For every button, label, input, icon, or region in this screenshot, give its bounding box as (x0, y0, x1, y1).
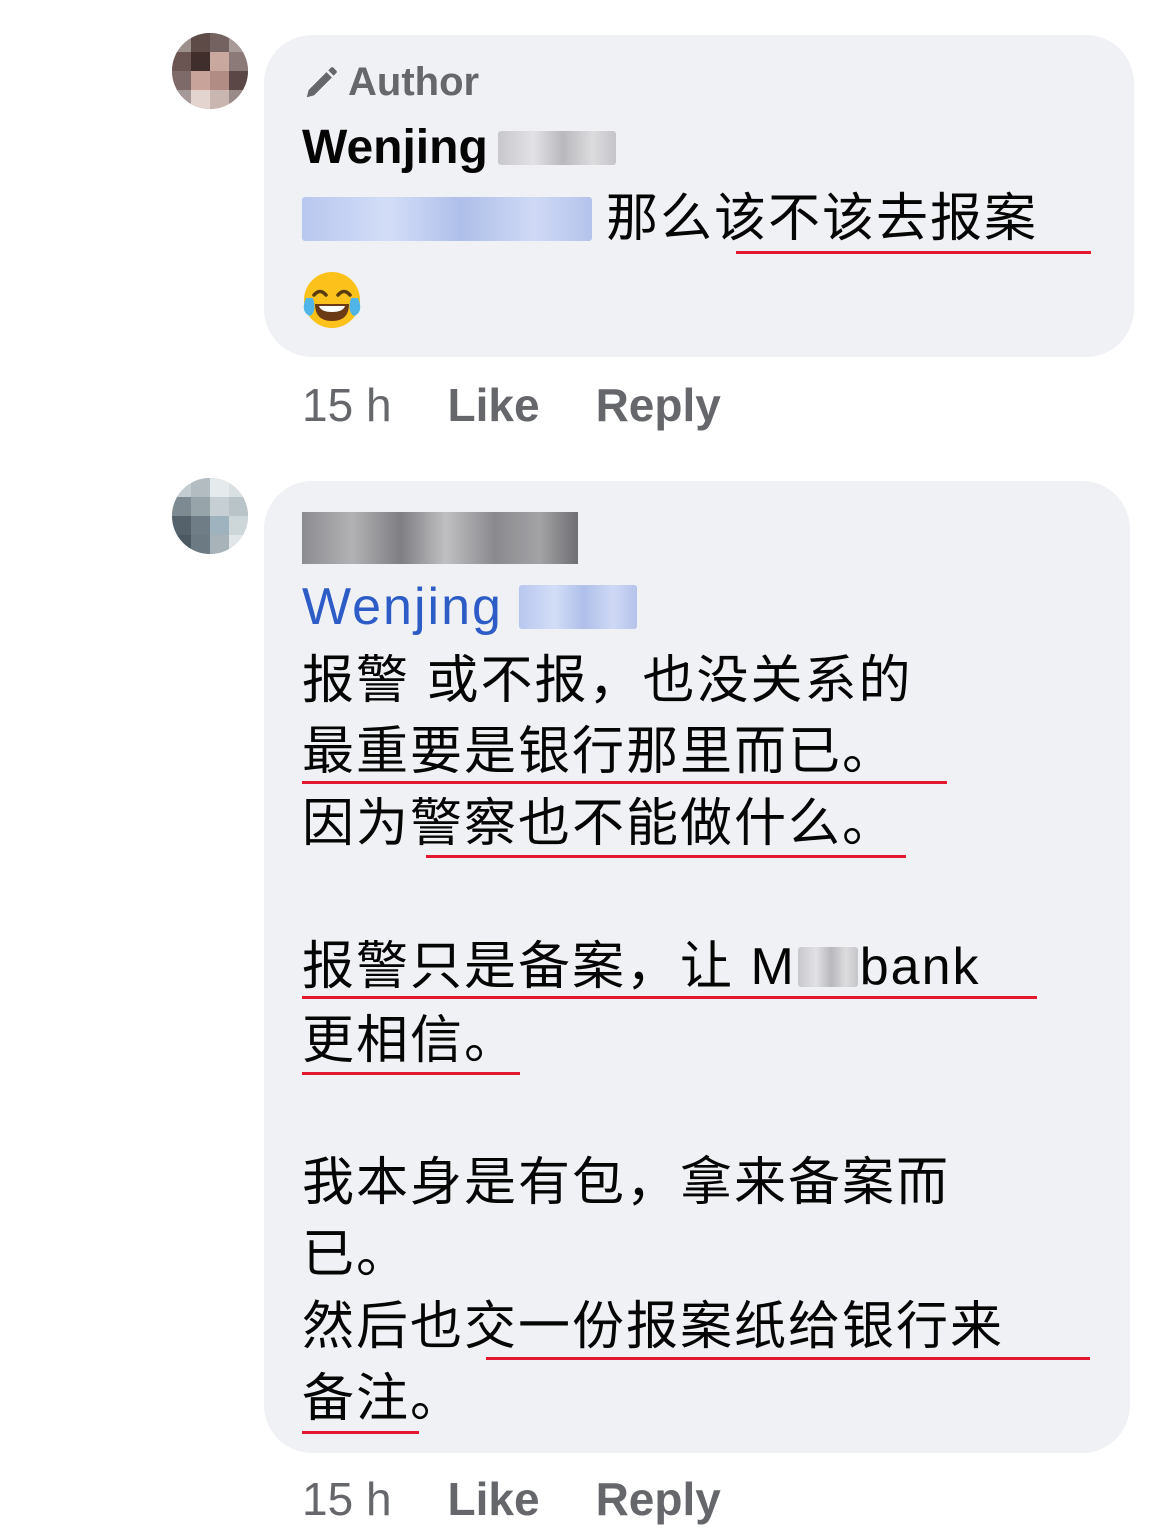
redacted-mention-surname[interactable] (518, 585, 637, 629)
comment-text-line: 因为警察也不能做什么。 (302, 795, 897, 853)
redacted-mention[interactable] (302, 197, 592, 241)
comment-text-line: 那么该不该去报案 (302, 184, 1038, 254)
comment-text-line: 已。 (302, 1226, 411, 1284)
comment-actions: 15 h Like Reply (302, 1472, 721, 1526)
comment-text-line: 报警 或不报，也没关系的 (302, 652, 913, 710)
comment-text: bank (859, 938, 981, 996)
reply-button[interactable]: Reply (596, 378, 721, 432)
text-underline (302, 1072, 520, 1075)
comment-text-line: 然后也交一份报案纸给银行来 (302, 1298, 1005, 1356)
pencil-icon (306, 66, 337, 97)
comment-text-line: 我本身是有包，拿来备案而 (302, 1154, 951, 1212)
redacted-surname (497, 130, 616, 165)
redacted-commenter-name[interactable] (302, 512, 578, 564)
comment-text-line: 报警只是备案，让 M bank (302, 932, 981, 1002)
reply-button[interactable]: Reply (596, 1472, 721, 1526)
commenter-name[interactable]: Wenjing (302, 120, 616, 175)
text-underline (486, 1357, 1090, 1360)
text-underline (302, 781, 947, 784)
comment-text-line: 更相信。 (302, 1012, 519, 1070)
commenter-avatar[interactable] (172, 33, 248, 109)
author-badge: Author (302, 60, 479, 105)
commenter-name-text[interactable]: Wenjing (302, 120, 488, 175)
commenter-avatar[interactable] (172, 478, 248, 554)
redacted-word (797, 947, 858, 987)
comment-timestamp[interactable]: 15 h (302, 378, 392, 432)
mention-link[interactable]: Wenjing (302, 572, 503, 642)
comment-text: 报警只是备案，让 M (302, 938, 796, 996)
mention-line: Wenjing (302, 572, 637, 642)
like-button[interactable]: Like (448, 378, 540, 432)
text-underline (426, 855, 906, 858)
like-button[interactable]: Like (448, 1472, 540, 1526)
comment-text: 那么该不该去报案 (606, 190, 1039, 248)
text-underline (302, 1431, 419, 1434)
comment-timestamp[interactable]: 15 h (302, 1472, 392, 1526)
comment-text-line: 最重要是银行那里而已。 (302, 723, 897, 781)
comment-actions: 15 h Like Reply (302, 378, 721, 432)
text-underline (736, 251, 1091, 254)
author-badge-label: Author (348, 60, 480, 104)
comment-text-line: 备注。 (302, 1370, 465, 1428)
tears-of-joy-emoji (303, 272, 361, 328)
text-underline (302, 996, 1037, 999)
